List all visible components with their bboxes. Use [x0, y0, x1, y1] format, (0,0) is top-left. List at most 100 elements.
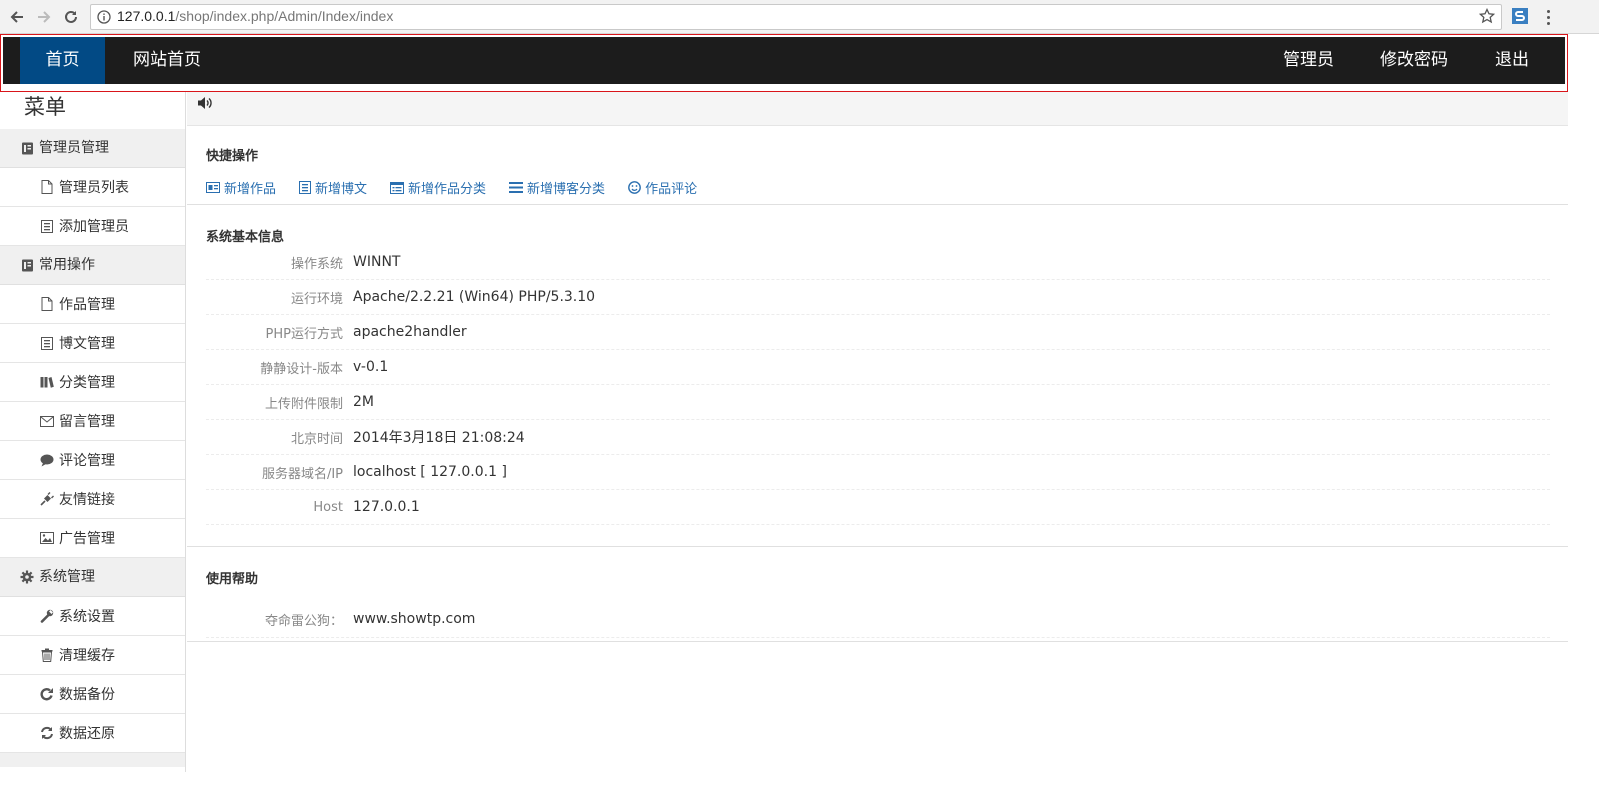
extension-icon[interactable]: [1511, 7, 1529, 25]
menu-item-settings[interactable]: 系统设置: [0, 597, 185, 636]
notice-bar: [187, 92, 1568, 126]
sidebar-title: 菜单: [0, 92, 185, 129]
menu-item-backup[interactable]: 数据备份: [0, 675, 185, 714]
info-value: 2014年3月18日 21:08:24: [353, 430, 525, 446]
info-row: 静静设计-版本 v-0.1: [206, 350, 1550, 385]
top-navbar: 首页 网站首页 管理员 修改密码 退出: [3, 37, 1565, 84]
info-row: 夺命雷公狗： www.showtp.com: [206, 601, 1550, 638]
quick-ops-section: 快捷操作 新增作品 新增博文 新增作品分类 新增博客分类 作品评论: [187, 126, 1568, 205]
menu-item-category[interactable]: 分类管理: [0, 363, 185, 402]
nav-site-home[interactable]: 网站首页: [110, 37, 224, 84]
trash-icon: [40, 648, 54, 662]
menu-item-links[interactable]: 友情链接: [0, 480, 185, 519]
menu-item-label: 作品管理: [59, 297, 115, 313]
menu-item-label: 数据还原: [59, 726, 115, 742]
menu-group-admin[interactable]: 管理员管理: [0, 129, 185, 168]
refresh-icon: [40, 726, 54, 740]
reload-icon[interactable]: [61, 7, 81, 27]
menu-item-works[interactable]: 作品管理: [0, 285, 185, 324]
info-row: 运行环境 Apache/2.2.21 (Win64) PHP/5.3.10: [206, 280, 1550, 315]
quick-link-work-comments[interactable]: 作品评论: [628, 178, 697, 197]
quick-link-new-blog-category[interactable]: 新增博客分类: [509, 178, 605, 197]
info-key: 运行环境: [290, 291, 343, 307]
nav-admin[interactable]: 管理员: [1260, 37, 1357, 84]
help-section: 使用帮助 夺命雷公狗： www.showtp.com: [187, 547, 1568, 642]
rotate-icon: [40, 687, 54, 701]
file-icon: [40, 180, 54, 194]
info-key: 服务器域名/IP: [261, 466, 343, 482]
menu-item-comments[interactable]: 评论管理: [0, 441, 185, 480]
info-key: Host: [313, 499, 343, 515]
menu-item-blog[interactable]: 博文管理: [0, 324, 185, 363]
comment-icon: [40, 453, 54, 467]
info-key: 上传附件限制: [264, 396, 343, 412]
nav-home[interactable]: 首页: [20, 37, 105, 84]
menu-item-messages[interactable]: 留言管理: [0, 402, 185, 441]
bars-icon: [509, 182, 524, 193]
menu-item-label: 评论管理: [59, 453, 115, 469]
section-title: 快捷操作: [206, 149, 259, 164]
menu-item-restore[interactable]: 数据还原: [0, 714, 185, 753]
help-link[interactable]: www.showtp.com: [353, 611, 475, 627]
menu-group-label: 管理员管理: [39, 139, 109, 156]
file-icon: [40, 297, 54, 311]
smile-icon: [628, 181, 641, 194]
menu-item-label: 清理缓存: [59, 648, 115, 664]
menu-group-common[interactable]: 常用操作: [0, 246, 185, 285]
back-arrow-icon[interactable]: [7, 7, 27, 27]
main-content: 快捷操作 新增作品 新增博文 新增作品分类 新增博客分类 作品评论 系统基本信息…: [187, 92, 1568, 652]
bookmark-star-icon[interactable]: [1479, 8, 1495, 24]
menu-item-label: 数据备份: [59, 687, 115, 703]
address-bar[interactable]: 127.0.0.1/shop/index.php/Admin/Index/ind…: [90, 4, 1502, 30]
list-icon: [299, 181, 312, 194]
plug-icon: [40, 492, 54, 506]
info-row: 服务器域名/IP localhost [ 127.0.0.1 ]: [206, 455, 1550, 490]
forward-arrow-icon[interactable]: [34, 7, 54, 27]
sidebar-footer: [0, 753, 185, 767]
menu-item-ads[interactable]: 广告管理: [0, 519, 185, 558]
system-info-section: 系统基本信息 操作系统 WINNT 运行环境 Apache/2.2.21 (Wi…: [187, 205, 1568, 547]
menu-item-add-admin[interactable]: 添加管理员: [0, 207, 185, 246]
quick-link-new-post[interactable]: 新增博文: [299, 178, 367, 197]
info-value: apache2handler: [353, 324, 467, 340]
info-key: PHP运行方式: [265, 326, 343, 342]
quick-link-label: 新增作品分类: [408, 182, 487, 197]
url-text: 127.0.0.1/shop/index.php/Admin/Index/ind…: [117, 8, 393, 24]
picture-icon: [40, 531, 54, 545]
nav-change-password[interactable]: 修改密码: [1357, 37, 1471, 84]
info-row: 北京时间 2014年3月18日 21:08:24: [206, 420, 1550, 455]
quick-link-label: 新增博客分类: [527, 182, 606, 197]
quick-link-new-work-category[interactable]: 新增作品分类: [390, 178, 486, 197]
info-value: WINNT: [353, 254, 401, 270]
card-icon: [206, 182, 220, 193]
quick-link-new-work[interactable]: 新增作品: [206, 178, 276, 197]
url-path: /shop/index.php/Admin/Index/index: [175, 8, 394, 24]
quick-links: 新增作品 新增博文 新增作品分类 新增博客分类 作品评论: [206, 178, 1550, 197]
menu-item-label: 管理员列表: [59, 180, 129, 196]
top-navbar-frame: 首页 网站首页 管理员 修改密码 退出: [0, 34, 1568, 92]
menu-item-label: 分类管理: [59, 375, 115, 391]
quick-link-label: 新增博文: [315, 182, 368, 197]
menu-item-admin-list[interactable]: 管理员列表: [0, 168, 185, 207]
menu-group-system[interactable]: 系统管理: [0, 558, 185, 597]
quick-link-label: 作品评论: [645, 182, 698, 197]
menu-item-clear-cache[interactable]: 清理缓存: [0, 636, 185, 675]
sidebar: 菜单 管理员管理 管理员列表 添加管理员 常用操作 作品管理 博文管理 分类管理…: [0, 92, 186, 772]
info-key: 静静设计-版本: [260, 361, 343, 377]
section-title: 使用帮助: [206, 572, 259, 587]
gear-icon: [20, 570, 34, 584]
info-row: Host 127.0.0.1: [206, 490, 1550, 525]
info-key: 操作系统: [290, 256, 343, 272]
menu-item-label: 留言管理: [59, 414, 115, 430]
info-icon[interactable]: [97, 10, 111, 24]
browser-menu-icon[interactable]: [1541, 7, 1555, 27]
volume-icon[interactable]: [197, 96, 1568, 110]
menu-item-label: 广告管理: [59, 531, 115, 547]
info-key: 夺命雷公狗：: [264, 613, 343, 629]
form-icon: [390, 181, 405, 194]
section-title: 系统基本信息: [206, 230, 285, 245]
info-key: 北京时间: [290, 431, 343, 447]
nav-logout[interactable]: 退出: [1472, 37, 1552, 84]
quick-link-label: 新增作品: [224, 182, 277, 197]
url-host: 127.0.0.1: [117, 8, 176, 24]
